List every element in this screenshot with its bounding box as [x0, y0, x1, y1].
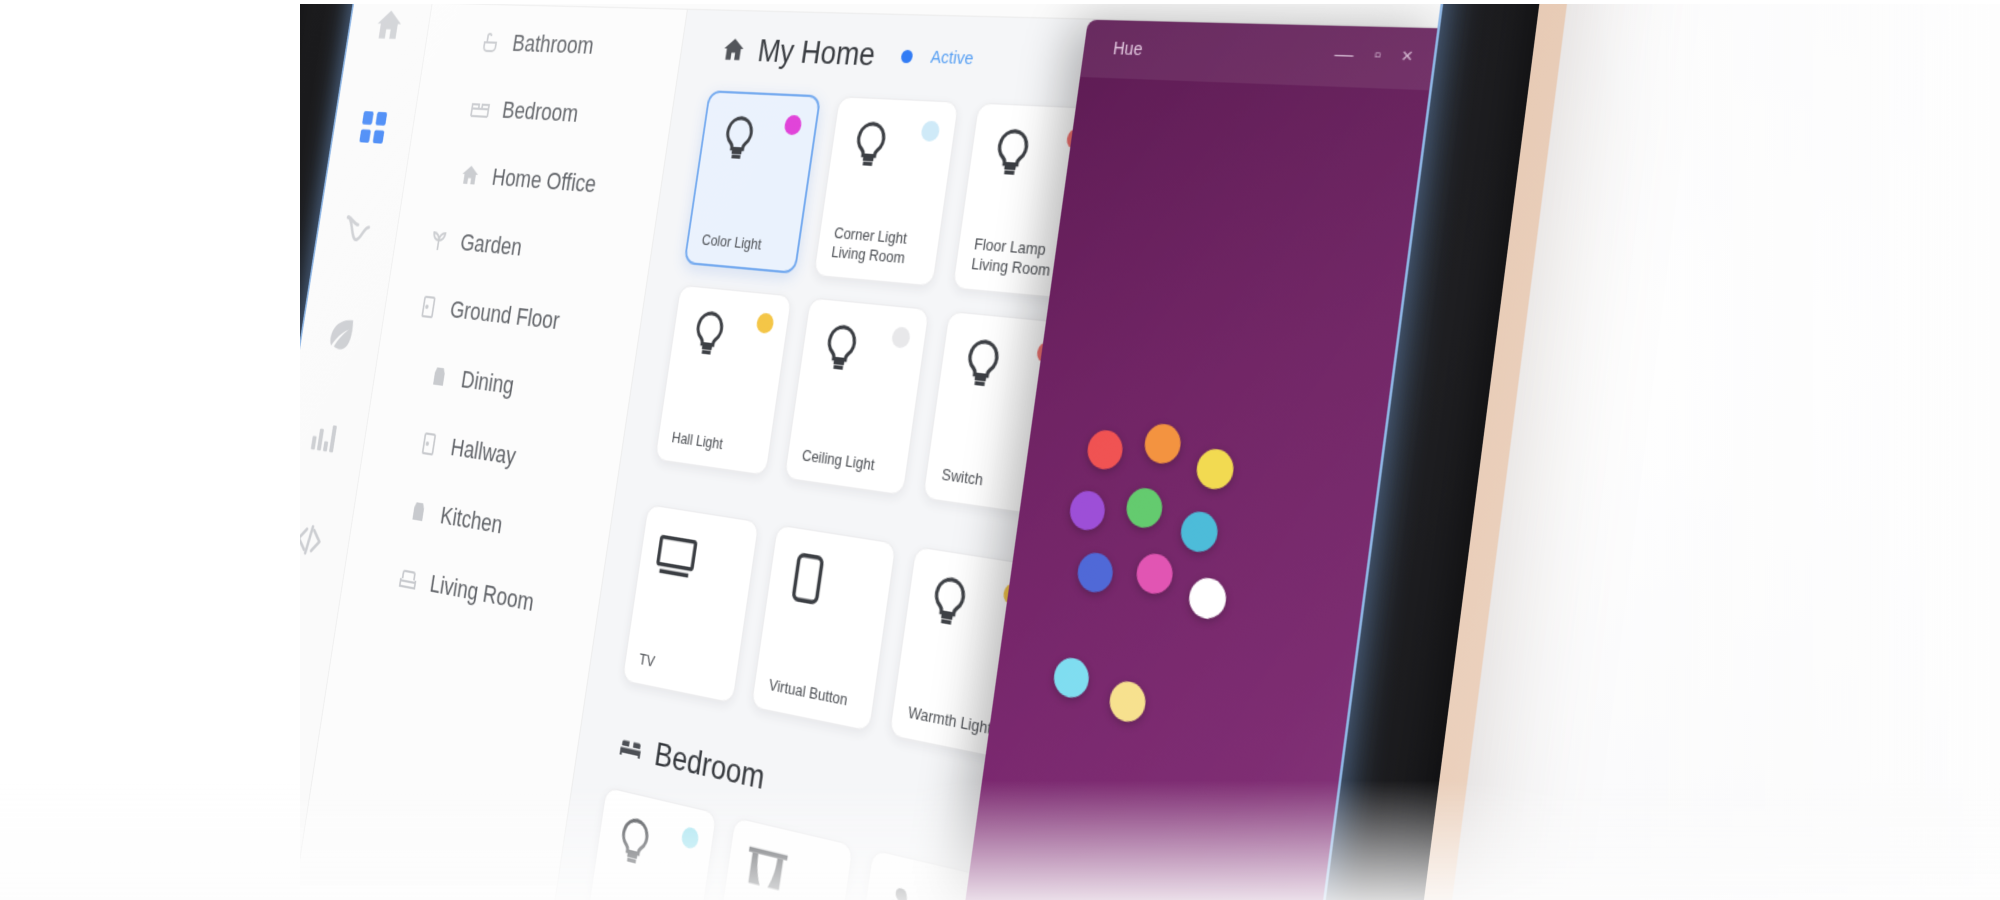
sidebar-item-label: Living Room: [428, 569, 536, 617]
laptop: Devices Beta: [72, 0, 1610, 900]
section-header-bedroom: Bedroom: [615, 727, 1326, 900]
device-label: Floor Lamp Living Room: [970, 233, 1052, 280]
hue-window-title: Hue: [1111, 37, 1144, 59]
device-label: Warmth Light: [907, 702, 993, 738]
kitchen-icon: [406, 496, 431, 528]
screenshot-stage: Devices Beta: [0, 0, 2000, 900]
device-card[interactable]: Virtual Button: [750, 524, 897, 732]
dining-icon: [427, 361, 452, 392]
button-icon: [781, 547, 880, 619]
device-card[interactable]: Curtains: [707, 816, 854, 900]
sidebar-item-label: Home Office: [490, 163, 599, 198]
screen-glare: [159, 0, 1464, 900]
status-dot: [900, 49, 914, 63]
app-window: Devices Beta: [159, 0, 1464, 900]
plant-icon: [426, 225, 451, 255]
device-grid-row: TV Virtual Button Warmth Light: [621, 503, 1361, 827]
device-status-dot: [1035, 341, 1058, 365]
device-label: Ceiling Light: [800, 445, 876, 474]
sidebar-item-label: Garden: [458, 228, 524, 262]
swatch: [1085, 428, 1125, 472]
device-status-dot: [920, 120, 941, 142]
device-grid-row: Color Light Corner Light Living Room Flo: [654, 90, 1425, 563]
curtain-icon: [738, 841, 837, 900]
swatch: [1075, 550, 1116, 595]
device-card[interactable]: Corner Light Living Room: [813, 96, 960, 287]
sidebar-item-hallway[interactable]: Hallway: [361, 401, 624, 507]
status-label: Active: [929, 46, 976, 69]
sidebar-item-label: Kitchen: [438, 500, 505, 540]
device-card[interactable]: Floor Lamp Living Room: [951, 102, 1108, 301]
bulb-icon: [983, 124, 1089, 187]
sidebar-item-first-floor[interactable]: First Floor: [432, 0, 697, 14]
device-label: Switch: [940, 464, 985, 489]
sidebar-item-garden[interactable]: Garden: [391, 204, 655, 295]
fan-icon: [877, 874, 983, 900]
sidebar-item-kitchen[interactable]: Kitchen: [350, 468, 612, 580]
device-card[interactable]: Ceiling Light: [783, 297, 930, 496]
bulb-icon: [713, 111, 805, 169]
section-title: Bedroom: [652, 734, 768, 797]
device-status-dot: [680, 825, 700, 851]
device-label: Virtual Button: [767, 674, 849, 709]
device-card[interactable]: Switch: [922, 310, 1078, 518]
device-status-dot: [1065, 127, 1088, 151]
device-card[interactable]: Heating Unit: [1101, 109, 1267, 315]
section-title: My Home: [755, 32, 878, 73]
device-card[interactable]: Warmth Light: [888, 545, 1044, 763]
bulb-icon: [843, 117, 943, 177]
device-label: Corner Light Living Room: [830, 222, 909, 267]
device-status-dot: [890, 326, 912, 349]
code-icon: [291, 517, 326, 563]
laptop-screen: Devices Beta: [159, 0, 1464, 900]
bulb-icon: [814, 319, 913, 385]
app-header: Devices: [354, 0, 1464, 29]
curve-icon: [340, 209, 375, 251]
swatch: [1124, 486, 1165, 531]
sidebar-item-ground-floor[interactable]: Ground Floor: [381, 269, 644, 365]
device-status-dot: [1002, 581, 1025, 607]
bathroom-icon: [478, 28, 504, 57]
swatch: [1067, 488, 1108, 533]
bulb-icon: [920, 570, 1026, 645]
bulb-icon: [1134, 132, 1248, 197]
device-card[interactable]: Color Light: [683, 90, 822, 275]
laptop-scene: Devices Beta: [0, 0, 2000, 900]
sidebar-item-living-room[interactable]: Living Room: [340, 534, 602, 651]
swatch: [1051, 655, 1092, 701]
rail-item-automations[interactable]: [337, 205, 378, 254]
device-card[interactable]: Color & Warmth Light: [579, 786, 718, 900]
device-card[interactable]: Fan: [845, 849, 1001, 900]
bulb-icon: [954, 333, 1060, 401]
